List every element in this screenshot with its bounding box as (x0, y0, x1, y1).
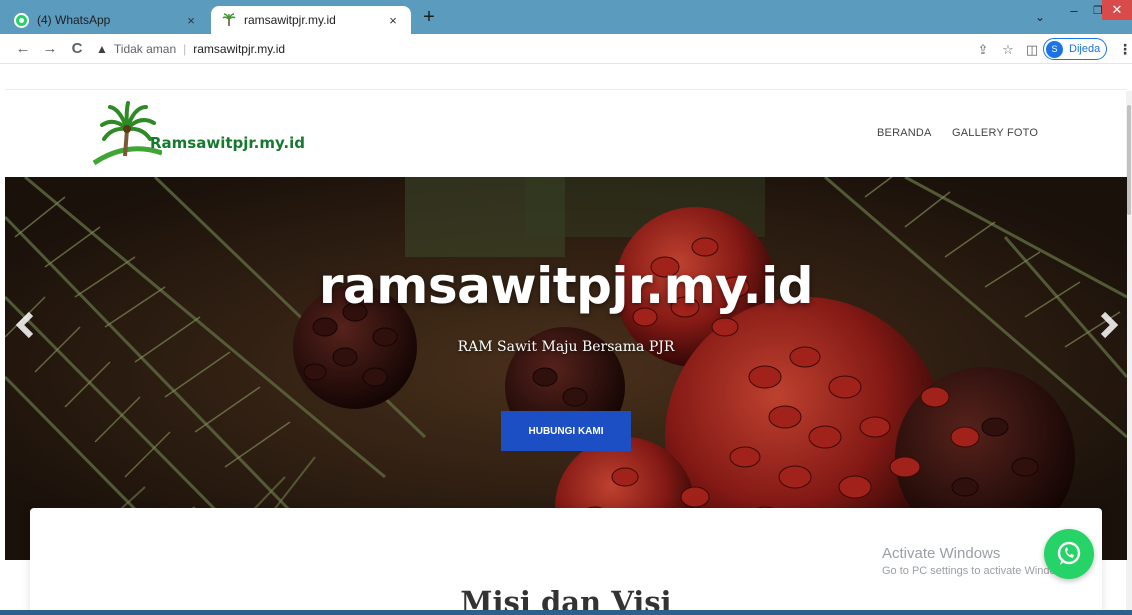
whatsapp-icon (14, 12, 29, 28)
url-text[interactable]: ramsawitpjr.my.id (193, 42, 285, 56)
nav-gallery-foto[interactable]: GALLERY FOTO (952, 127, 1038, 139)
minimize-button[interactable]: – (1062, 0, 1086, 20)
tab-title: (4) WhatsApp (37, 13, 111, 27)
browser-menu-icon[interactable]: ⋮ (1118, 42, 1132, 56)
reload-button[interactable]: C (68, 40, 86, 58)
browser-toolbar: ← → C ▲ Tidak aman | ramsawitpjr.my.id ⇪… (0, 34, 1132, 64)
profile-status: Dijeda (1069, 43, 1101, 55)
tab-ramsawitpjr[interactable]: ramsawitpjr.my.id × (211, 6, 411, 34)
tab-whatsapp[interactable]: (4) WhatsApp × (4, 6, 209, 34)
nav-beranda[interactable]: BERANDA (877, 127, 932, 139)
side-panel-icon[interactable]: ◫ (1024, 42, 1040, 58)
carousel-next-icon[interactable] (1095, 310, 1121, 340)
address-bar[interactable]: ▲ Tidak aman | ramsawitpjr.my.id (96, 37, 936, 61)
hero-carousel: ramsawitpjr.my.id RAM Sawit Maju Bersama… (5, 177, 1127, 560)
close-tab-icon[interactable]: × (385, 13, 401, 28)
site-logo[interactable]: Ramsawitpjr.my.id (92, 101, 307, 169)
back-button[interactable]: ← (14, 40, 32, 58)
tab-title: ramsawitpjr.my.id (244, 13, 336, 27)
whatsapp-chat-button[interactable] (1044, 529, 1094, 579)
browser-tab-bar: (4) WhatsApp × ramsawitpjr.my.id × + ⌄ –… (0, 0, 1132, 34)
scrollbar-thumb[interactable] (1127, 105, 1131, 215)
activate-subtitle: Go to PC settings to activate Windows. (882, 565, 1073, 577)
hero-overlay (5, 177, 1127, 560)
profile-button[interactable]: S Dijeda (1043, 38, 1107, 60)
whatsapp-icon (1057, 541, 1081, 565)
divider (5, 89, 1127, 90)
tab-search-icon[interactable]: ⌄ (1030, 7, 1050, 27)
security-label: Tidak aman (113, 42, 177, 56)
forward-button[interactable]: → (41, 40, 59, 58)
close-window-button[interactable]: ✕ (1102, 0, 1132, 20)
address-separator: | (183, 42, 187, 56)
contact-us-button[interactable]: HUBUNGI KAMI (501, 411, 631, 451)
new-tab-button[interactable]: + (419, 7, 439, 28)
logo-text: Ramsawitpjr.my.id (150, 134, 305, 152)
palm-tree-icon (221, 13, 236, 28)
carousel-prev-icon[interactable] (13, 310, 39, 340)
close-tab-icon[interactable]: × (183, 13, 199, 28)
warning-icon[interactable]: ▲ (96, 42, 108, 56)
hero-subtitle: RAM Sawit Maju Bersama PJR (457, 339, 675, 355)
hero-title: ramsawitpjr.my.id (318, 257, 814, 315)
web-page: Ramsawitpjr.my.id BERANDA GALLERY FOTO r… (0, 65, 1132, 615)
bookmark-star-icon[interactable]: ☆ (1000, 42, 1016, 58)
avatar: S (1046, 40, 1063, 58)
windows-taskbar (0, 610, 1132, 615)
share-icon[interactable]: ⇪ (975, 42, 991, 58)
